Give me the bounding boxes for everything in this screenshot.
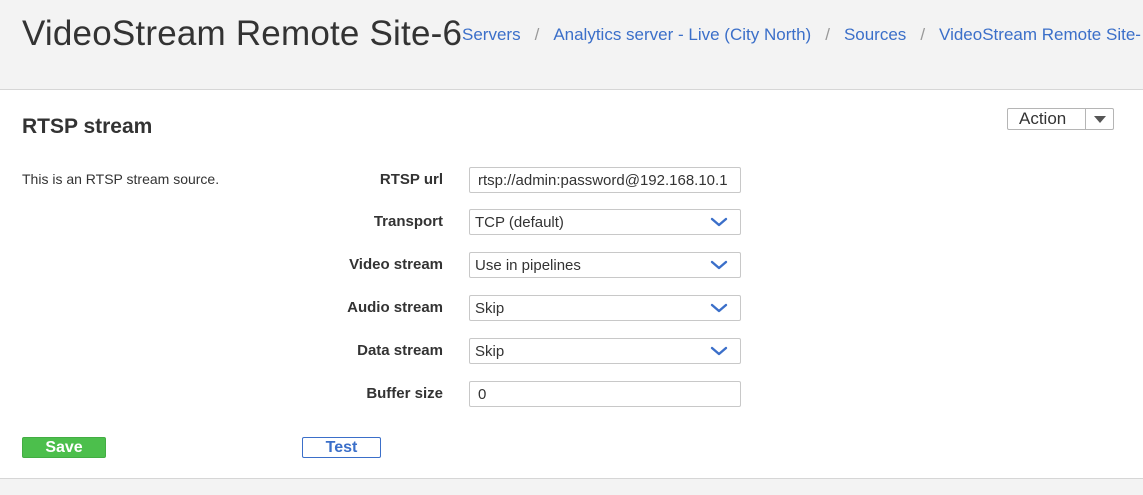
audio-stream-select[interactable]: Skip: [469, 295, 741, 321]
audio-stream-label: Audio stream: [347, 299, 443, 316]
breadcrumb-servers[interactable]: Servers: [462, 25, 521, 45]
form-row-audio-stream: Audio stream Skip: [0, 295, 1143, 321]
form-row-data-stream: Data stream Skip: [0, 338, 1143, 364]
form-row-transport: Transport TCP (default): [0, 209, 1143, 235]
buffer-size-input[interactable]: [469, 381, 741, 407]
video-stream-selected-value: Use in pipelines: [475, 256, 581, 274]
data-stream-select[interactable]: Skip: [469, 338, 741, 364]
chevron-down-icon: [710, 346, 728, 356]
transport-select[interactable]: TCP (default): [469, 209, 741, 235]
action-caret-toggle[interactable]: [1085, 109, 1113, 129]
chevron-down-icon: [710, 260, 728, 270]
breadcrumb-sources[interactable]: Sources: [844, 25, 906, 45]
video-stream-select[interactable]: Use in pipelines: [469, 252, 741, 278]
save-button[interactable]: Save: [22, 437, 106, 458]
breadcrumb-analytics-server[interactable]: Analytics server - Live (City North): [553, 25, 811, 45]
video-stream-label: Video stream: [349, 256, 443, 273]
breadcrumb-current-source[interactable]: VideoStream Remote Site-: [939, 25, 1141, 45]
data-stream-selected-value: Skip: [475, 342, 505, 360]
action-dropdown-button[interactable]: Action: [1007, 108, 1114, 130]
page-title: VideoStream Remote Site-6: [22, 14, 463, 53]
caret-down-icon: [1093, 115, 1106, 123]
test-button[interactable]: Test: [302, 437, 381, 458]
data-stream-label: Data stream: [357, 342, 443, 359]
footer-bar: [0, 478, 1143, 495]
chevron-down-icon: [710, 303, 728, 313]
action-label: Action: [1019, 109, 1067, 128]
form-row-rtsp-url: RTSP url: [0, 167, 1143, 193]
page: VideoStream Remote Site-6 Servers / Anal…: [0, 0, 1143, 495]
transport-selected-value: TCP (default): [475, 213, 564, 231]
buffer-size-label: Buffer size: [366, 385, 443, 402]
rtsp-url-label: RTSP url: [379, 171, 443, 188]
page-header: VideoStream Remote Site-6 Servers / Anal…: [0, 0, 1143, 90]
chevron-down-icon: [710, 217, 728, 227]
audio-stream-selected-value: Skip: [475, 299, 505, 317]
breadcrumb-separator: /: [825, 25, 830, 44]
breadcrumb-separator: /: [534, 25, 540, 44]
breadcrumb: Servers / Analytics server - Live (City …: [462, 25, 1141, 45]
section-title: RTSP stream: [22, 115, 153, 138]
form-row-video-stream: Video stream Use in pipelines: [0, 252, 1143, 278]
breadcrumb-separator: /: [920, 25, 926, 44]
rtsp-url-input[interactable]: [469, 167, 741, 193]
transport-label: Transport: [373, 213, 443, 230]
form-row-buffer-size: Buffer size: [0, 381, 1143, 407]
